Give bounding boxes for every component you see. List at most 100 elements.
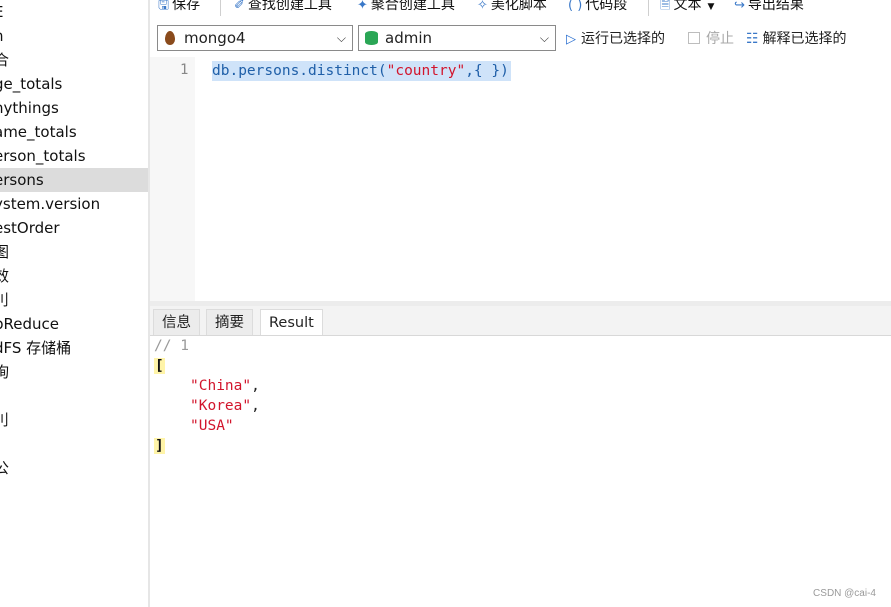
code-token-call: db.persons.distinct( — [212, 63, 387, 79]
tree-item[interactable]: 效 — [0, 264, 148, 288]
run-selected-label: 运行已选择的 — [581, 31, 665, 47]
result-value: "Korea" — [190, 398, 252, 414]
save-icon: 🖫 — [158, 0, 170, 13]
tree-item-collection[interactable]: ystem.version — [0, 192, 148, 216]
tree-item-label: ersons — [0, 171, 44, 189]
tree-item[interactable]: n — [0, 24, 148, 48]
tab-summary[interactable]: 摘要 — [206, 309, 253, 335]
result-open-line: [ — [154, 356, 165, 376]
database-select[interactable]: admin ⌵ — [358, 25, 556, 51]
tree-item[interactable] — [0, 432, 148, 456]
find-builder-button[interactable]: ✐ 查找创建工具 — [234, 0, 332, 15]
export-label: 导出结果 — [747, 0, 804, 13]
query-editor[interactable]: 1 db.persons.distinct("country",{ }) — [150, 57, 891, 302]
tree-item-collection[interactable]: nythings — [0, 96, 148, 120]
code-line-selected[interactable]: db.persons.distinct("country",{ }) — [212, 61, 511, 81]
tree-item[interactable]: 合 — [0, 48, 148, 72]
export-icon: ↪ — [734, 0, 745, 13]
result-value-row: "China", — [190, 376, 260, 396]
tree-item-label: 刂 — [0, 411, 9, 429]
tree-item-collection[interactable]: ame_totals — [0, 120, 148, 144]
open-bracket: [ — [154, 358, 165, 374]
database-value: admin — [385, 29, 432, 47]
tree-item[interactable]: 刂 — [0, 288, 148, 312]
tree-item-collection[interactable]: ge_totals — [0, 72, 148, 96]
beautify-button[interactable]: ✧ 美化脚本 — [477, 0, 547, 15]
connection-value: mongo4 — [184, 29, 246, 47]
tree-item[interactable]: 询 — [0, 360, 148, 384]
tree-item-label: estOrder — [0, 219, 60, 237]
result-value: "USA" — [190, 418, 234, 434]
comma: , — [251, 378, 260, 394]
tree-item-label: 询 — [0, 363, 9, 381]
tree-item-label: 图 — [0, 243, 9, 261]
snippet-button[interactable]: ( ) 代码段 — [568, 0, 627, 15]
tree-item-label: nythings — [0, 99, 59, 117]
tab-label: 摘要 — [215, 315, 244, 331]
aggregate-builder-button[interactable]: ✦ 聚合创建工具 — [357, 0, 455, 15]
line-number-gutter: 1 — [150, 57, 195, 302]
save-button[interactable]: 🖫 保存 — [158, 0, 200, 15]
tree-item-label: 公 — [0, 459, 9, 477]
close-bracket: ] — [154, 438, 165, 454]
braces-icon: ( ) — [568, 0, 583, 13]
code-token-string: "country" — [386, 63, 466, 79]
tree-item[interactable]: E — [0, 0, 148, 24]
database-icon — [365, 31, 378, 45]
tree-item[interactable]: dFS 存储桶 — [0, 336, 148, 360]
tree-item-label: n — [0, 27, 4, 45]
tree-item[interactable] — [0, 384, 148, 408]
tree-item[interactable]: 刂 — [0, 408, 148, 432]
tree-item[interactable]: 图 — [0, 240, 148, 264]
text-mode-label: 文本 — [673, 0, 702, 13]
run-selected-button[interactable]: ▷ 运行已选择的 — [566, 29, 665, 49]
tree-item[interactable]: pReduce — [0, 312, 148, 336]
magic-wand-icon: ✧ — [477, 0, 488, 13]
explain-selected-label: 解释已选择的 — [762, 31, 847, 47]
tree-item-label: dFS 存储桶 — [0, 339, 72, 357]
tree-item-collection[interactable]: erson_totals — [0, 144, 148, 168]
toolbar-divider — [648, 0, 649, 16]
query-toolbar: 🖫 保存 ✐ 查找创建工具 ✦ 聚合创建工具 ✧ 美化脚本 ( ) 代码段 🗎 文本 ▼ ↪ 导… — [150, 0, 891, 20]
document-icon: 🗎 — [660, 0, 671, 13]
tree-item-label: E — [0, 3, 3, 21]
result-comment: // 1 — [154, 338, 189, 354]
aggregate-builder-label: 聚合创建工具 — [370, 0, 455, 13]
tree-item-collection-selected[interactable]: ersons — [0, 168, 148, 192]
explain-selected-button[interactable]: ☷ 解释已选择的 — [746, 29, 847, 49]
tree-item-label: ame_totals — [0, 123, 77, 141]
result-value-row: "Korea", — [190, 396, 260, 416]
toolbar-divider — [220, 0, 221, 16]
tab-info[interactable]: 信息 — [153, 309, 200, 335]
stop-button[interactable]: 停止 — [688, 29, 734, 49]
export-results-button[interactable]: ↪ 导出结果 — [734, 0, 804, 15]
tab-label: Result — [269, 315, 314, 331]
tree-item-label: ge_totals — [0, 75, 63, 93]
tree-item-label: ystem.version — [0, 195, 101, 213]
comma: , — [251, 398, 260, 414]
aggregate-builder-icon: ✦ — [357, 0, 368, 13]
find-builder-icon: ✐ — [234, 0, 245, 13]
result-tab-bar: 信息 摘要 Result — [150, 306, 891, 336]
connection-select[interactable]: mongo4 ⌵ — [157, 25, 353, 51]
tree-item-collection[interactable]: estOrder — [0, 216, 148, 240]
text-mode-dropdown[interactable]: 🗎 文本 ▼ — [660, 0, 714, 15]
tab-result[interactable]: Result — [260, 309, 323, 335]
tab-label: 信息 — [162, 315, 191, 331]
result-close-line: ] — [154, 436, 165, 456]
chevron-down-icon: ⌵ — [539, 31, 549, 45]
tree-item-label: pReduce — [0, 315, 60, 333]
find-builder-label: 查找创建工具 — [247, 0, 332, 13]
code-token-args: ,{ }) — [465, 63, 509, 79]
beautify-label: 美化脚本 — [490, 0, 547, 13]
mongodb-leaf-icon — [165, 31, 175, 45]
result-value-row: "USA" — [190, 416, 234, 436]
tree-item[interactable]: 公 — [0, 456, 148, 480]
chevron-down-icon: ⌵ — [336, 31, 346, 45]
line-number: 1 — [180, 62, 189, 78]
stop-label: 停止 — [706, 31, 734, 47]
result-panel[interactable]: // 1 [ "China", "Korea", "USA" ] CSDN @c… — [150, 336, 891, 607]
stop-icon — [688, 32, 700, 44]
explain-icon: ☷ — [746, 31, 759, 47]
tree-item-label: erson_totals — [0, 147, 86, 165]
